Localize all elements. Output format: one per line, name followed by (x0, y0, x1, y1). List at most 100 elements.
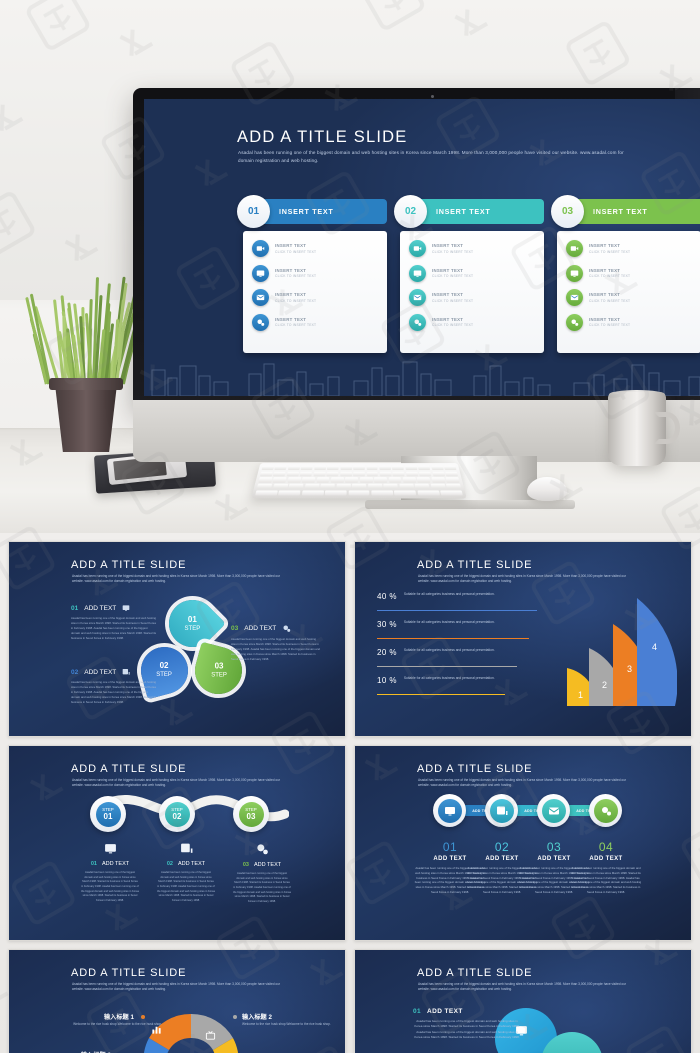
keyboard-row (258, 478, 459, 483)
keyboard-key[interactable] (417, 478, 431, 483)
keyboard-key[interactable] (353, 472, 365, 477)
keyboard-key[interactable] (255, 490, 278, 495)
keyboard-key[interactable] (444, 466, 457, 471)
keyboard-key[interactable] (394, 490, 416, 495)
info-card-01[interactable]: INSERT TEXT 01 INSERT TEXT CLICK TO INSERT … (243, 199, 387, 379)
keyboard-key[interactable] (374, 478, 387, 483)
keyboard-key[interactable] (371, 490, 393, 495)
card-row-sub: CLICK TO INSERT TEXT (275, 250, 316, 254)
keyboard-key[interactable] (314, 466, 326, 471)
keyboard-key[interactable] (340, 472, 352, 477)
keyboard-key[interactable] (336, 484, 350, 489)
monitor-icon (104, 842, 117, 855)
slide1-section-03-label: ADD TEXT (244, 625, 276, 632)
keyboard-key[interactable] (348, 490, 370, 495)
card-row-sub: CLICK TO INSERT TEXT (432, 299, 473, 303)
keyboard-key[interactable] (345, 478, 358, 483)
thumbnail-slide-6[interactable]: ADD A TITLE SLIDE Asadal has been runnin… (354, 949, 692, 1053)
keyboard-key[interactable] (446, 484, 461, 489)
slide4-col-04: 04 ADD TEXT Asadal has been running one … (569, 840, 643, 895)
keyboard-key[interactable] (366, 466, 378, 471)
keyboard-key[interactable] (383, 484, 398, 489)
keyboard-key[interactable] (278, 490, 300, 495)
card-row-title: INSERT TEXT (432, 268, 473, 273)
step-circle-03: STEP 03 (233, 796, 269, 832)
keyboard-key[interactable] (260, 472, 273, 477)
keyboard-key[interactable] (406, 472, 418, 477)
keyboard-key[interactable] (352, 484, 366, 489)
keyboard-key[interactable] (445, 472, 458, 477)
slide1-section-01-body: Asadal has been running one of the bigge… (71, 616, 157, 640)
keyboard-row (255, 490, 463, 495)
keyboard[interactable] (251, 463, 467, 498)
keyboard-key[interactable] (379, 466, 391, 471)
slide5-body-2: Welcome to the rice husk shop.Welcome to… (242, 1022, 338, 1027)
keyboard-key[interactable] (419, 472, 432, 477)
keyboard-key[interactable] (325, 490, 347, 495)
keyboard-key[interactable] (368, 484, 382, 489)
slide5-dot-1 (141, 1015, 145, 1019)
checklist-icon (180, 842, 193, 855)
keyboard-key[interactable] (316, 478, 329, 483)
keyboard-key[interactable] (446, 478, 460, 483)
info-card-03[interactable]: INSERT TEXT 03 INSERT TEXT CLICK TO INSERT … (557, 199, 700, 379)
slide4-subtitle: Asadal has been running one of the bigge… (418, 778, 633, 789)
keyboard-key[interactable] (366, 472, 378, 477)
keyboard-key[interactable] (431, 478, 445, 483)
keyboard-key[interactable] (273, 478, 287, 483)
keyboard-key[interactable] (418, 466, 430, 471)
keyboard-key[interactable] (320, 484, 335, 489)
slide6-section-01-body: Asadal has been running one of the bigge… (413, 1019, 521, 1040)
keyboard-key[interactable] (430, 484, 445, 489)
slide1-section-01-number: 01 (71, 605, 78, 612)
keyboard-key[interactable] (258, 478, 272, 483)
slide3-col-02: 02 ADD TEXT Asadal has been running one … (157, 842, 215, 904)
keyboard-key[interactable] (327, 472, 339, 477)
step-circle-01: STEP 01 (90, 796, 126, 832)
keyboard-key[interactable] (405, 466, 417, 471)
keyboard-key[interactable] (415, 484, 430, 489)
mouse[interactable] (527, 477, 567, 501)
keyboard-key[interactable] (273, 472, 286, 477)
keyboard-key[interactable] (379, 472, 391, 477)
slide3-col-01-label: ADD TEXT (102, 861, 129, 867)
keyboard-key[interactable] (360, 478, 373, 483)
keyboard-key[interactable] (288, 484, 303, 489)
keyboard-key[interactable] (393, 472, 405, 477)
keyboard-key[interactable] (302, 478, 316, 483)
thumbnail-slide-1[interactable]: ADD A TITLE SLIDE Asadal has been runnin… (8, 541, 346, 737)
gear-icon (252, 314, 269, 331)
keyboard-key[interactable] (353, 466, 365, 471)
keyboard-key[interactable] (440, 490, 463, 495)
keyboard-key[interactable] (275, 466, 287, 471)
keyboard-key[interactable] (287, 472, 300, 477)
info-card-02[interactable]: INSERT TEXT 02 INSERT TEXT CLICK TO INSERT … (400, 199, 544, 379)
keyboard-key[interactable] (257, 484, 272, 489)
keyboard-key[interactable] (288, 466, 300, 471)
potted-plant (30, 286, 140, 458)
keyboard-key[interactable] (417, 490, 439, 495)
keyboard-key[interactable] (261, 466, 274, 471)
webcam-icon (431, 95, 434, 98)
thumbnail-slide-2[interactable]: ADD A TITLE SLIDE Asadal has been runnin… (354, 541, 692, 737)
thumbnail-slide-4[interactable]: ADD A TITLE SLIDE Asadal has been runnin… (354, 745, 692, 941)
keyboard-key[interactable] (331, 478, 344, 483)
keyboard-key[interactable] (301, 466, 313, 471)
keyboard-key[interactable] (388, 478, 401, 483)
keyboard-key[interactable] (327, 466, 339, 471)
keyboard-key[interactable] (431, 466, 443, 471)
keyboard-key[interactable] (287, 478, 301, 483)
keyboard-key[interactable] (273, 484, 288, 489)
keyboard-key[interactable] (300, 472, 312, 477)
keyboard-key[interactable] (392, 466, 404, 471)
card-row: INSERT TEXT CLICK TO INSERT TEXT (252, 265, 380, 282)
keyboard-key[interactable] (313, 472, 325, 477)
keyboard-key[interactable] (340, 466, 352, 471)
keyboard-key[interactable] (403, 478, 417, 483)
keyboard-key[interactable] (304, 484, 319, 489)
keyboard-key[interactable] (399, 484, 414, 489)
thumbnail-slide-3[interactable]: ADD A TITLE SLIDE Asadal has been runnin… (8, 745, 346, 941)
keyboard-key[interactable] (432, 472, 445, 477)
keyboard-key[interactable] (302, 490, 324, 495)
thumbnail-slide-5[interactable]: ADD A TITLE SLIDE Asadal has been runnin… (8, 949, 346, 1053)
